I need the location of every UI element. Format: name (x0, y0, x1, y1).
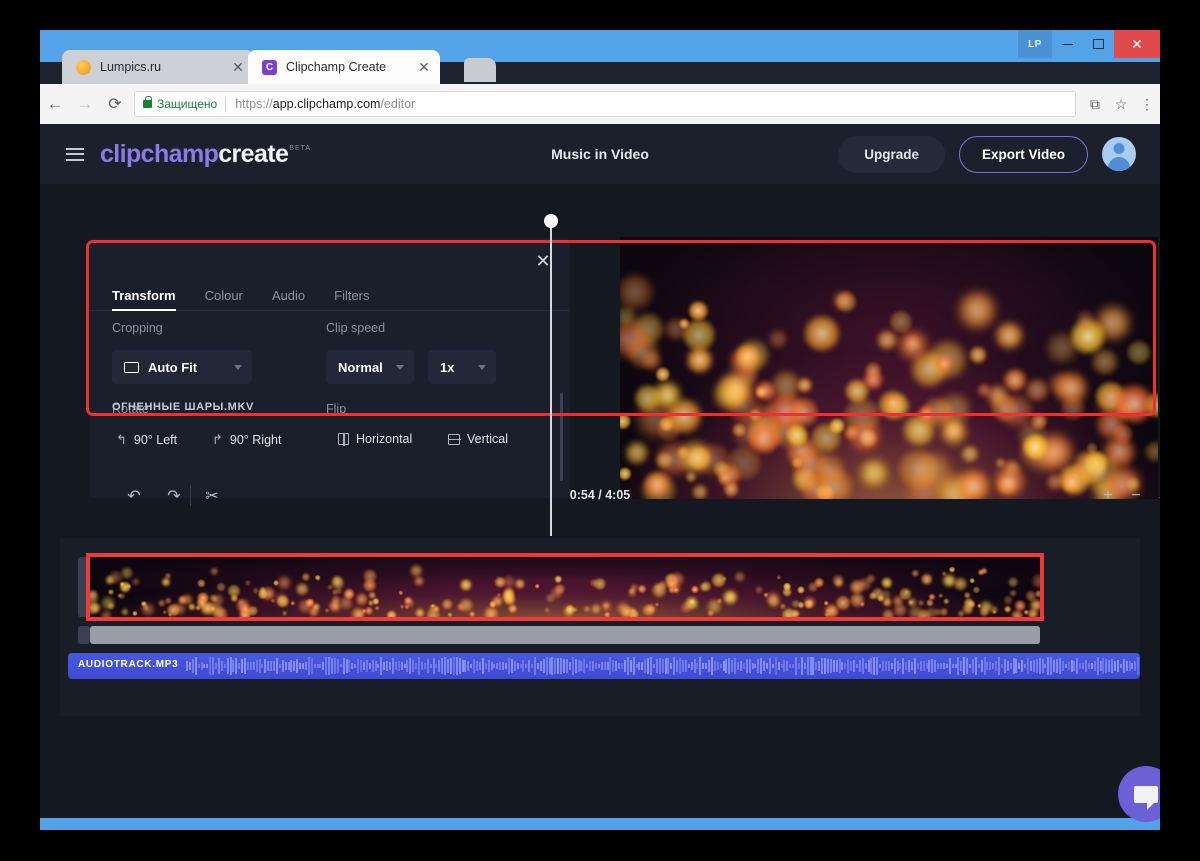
tab-colour[interactable]: Colour (205, 288, 243, 310)
rotate-left-icon: ↰ (116, 432, 127, 447)
browser-tab-clipchamp[interactable]: C Clipchamp Create ✕ (248, 50, 440, 84)
export-video-button[interactable]: Export Video (958, 135, 1088, 173)
zoom-fit-button[interactable]: ↔ (1152, 484, 1160, 508)
rotate-right-icon: ↱ (212, 432, 223, 447)
toolbar-divider (190, 485, 191, 506)
clip-speed-label: Clip speed (326, 321, 386, 335)
cropping-label: Cropping (112, 321, 163, 335)
url-host: app.clipchamp.com (272, 97, 381, 111)
panel-scrollbar[interactable] (560, 393, 563, 481)
rotate-right-button[interactable]: ↱ 90° Right (212, 432, 281, 448)
video-clip-left-handle[interactable] (78, 557, 90, 617)
chat-bubble-icon (1134, 785, 1158, 810)
audio-clip-label: AUDIOTRACK.MP3 (78, 659, 179, 670)
timeline-tracks: AUDIOTRACK.MP3 (60, 538, 1140, 716)
playhead-handle[interactable] (544, 214, 558, 228)
app-header: clipchamp create BETA Music in Video Upgra… (40, 124, 1160, 184)
clip-speed-value: Normal (338, 359, 383, 375)
clip-properties-panel: ✕ Transform Colour Audio Filters Croppin… (90, 238, 570, 498)
clipchamp-app: clipchamp create BETA Music in Video Upgra… (40, 124, 1160, 830)
header-actions: Upgrade Export Video (838, 135, 1160, 173)
omnibox-divider (225, 96, 227, 112)
clip-speed-multiplier-value: 1x (440, 359, 455, 375)
overlay-track-bar[interactable] (90, 626, 1040, 644)
clip-filename-label: ОГНЕННЫЕ ШАРЫ.MKV (112, 401, 254, 413)
chevron-down-icon (478, 364, 486, 370)
close-tab-icon[interactable]: ✕ (228, 59, 248, 76)
maximize-icon (1093, 39, 1104, 49)
rotate-left-label: 90° Left (133, 433, 178, 447)
back-button[interactable]: ← (40, 94, 70, 114)
timeline: AUDIOTRACK.MP3 (40, 520, 1160, 830)
rotate-left-button[interactable]: ↰ 90° Left (116, 432, 177, 448)
lock-icon (143, 96, 152, 108)
tab-audio[interactable]: Audio (272, 288, 305, 310)
translate-icon[interactable]: ⧉ (1082, 96, 1108, 113)
zoom-out-button[interactable]: − (1124, 484, 1148, 508)
audio-clip[interactable]: AUDIOTRACK.MP3 (68, 653, 1140, 679)
close-panel-button[interactable]: ✕ (530, 248, 556, 274)
upgrade-button[interactable]: Upgrade (838, 135, 945, 173)
browser-tab-lumpics[interactable]: Lumpics.ru ✕ (62, 50, 254, 84)
undo-button[interactable]: ↶ (122, 484, 146, 508)
browser-tabstrip: Lumpics.ru ✕ C Clipchamp Create ✕ (40, 50, 1160, 84)
tab-title: Clipchamp Create (286, 60, 387, 74)
cropping-value: Auto Fit (148, 359, 198, 375)
logo-clipchamp-text: clipchamp (100, 139, 219, 168)
lumpics-favicon (76, 59, 91, 75)
crop-rectangle-icon (124, 361, 139, 373)
url-scheme: https:// (235, 97, 273, 111)
rotate-right-label: 90° Right (229, 433, 282, 447)
app-logo[interactable]: clipchamp create BETA (100, 140, 310, 169)
chevron-down-icon (234, 364, 242, 370)
browser-window: LP ✕ Lumpics.ru ✕ C Clipchamp Create ✕ ←… (40, 30, 1160, 830)
flip-vertical-button[interactable]: Vertical (447, 432, 508, 446)
clip-speed-multiplier-select[interactable]: 1x (428, 350, 496, 384)
avatar[interactable] (1102, 137, 1136, 171)
flip-horizontal-button[interactable]: Horizontal (338, 432, 412, 446)
new-tab-button[interactable] (464, 58, 496, 82)
clipchamp-favicon: C (262, 59, 277, 75)
split-clip-button[interactable]: ✂ (200, 484, 224, 508)
close-tab-icon[interactable]: ✕ (414, 59, 434, 76)
hamburger-icon[interactable] (66, 144, 84, 164)
minimize-icon (1062, 43, 1073, 45)
chevron-down-icon (396, 364, 404, 370)
url-path: /editor (380, 97, 416, 111)
secure-label: Защищено (157, 97, 218, 111)
logo-beta-tag: BETA (289, 144, 312, 152)
editor-top-region: ✕ Transform Colour Audio Filters Croppin… (40, 184, 1160, 499)
flip-vertical-label: Vertical (467, 432, 508, 446)
overlay-track-handle[interactable] (78, 626, 90, 644)
flip-horizontal-icon (338, 432, 349, 446)
tab-transform[interactable]: Transform (112, 288, 176, 311)
browser-toolbar: ← → ⟳ Защищено https:// app.clipchamp.co… (40, 84, 1160, 124)
playhead-line (550, 226, 552, 536)
video-clip[interactable] (86, 553, 1044, 621)
zoom-in-button[interactable]: + (1096, 484, 1120, 508)
desktop-taskbar-strip (40, 818, 1160, 830)
clip-speed-select[interactable]: Normal (326, 350, 414, 384)
bookmark-star-icon[interactable]: ☆ (1108, 96, 1134, 113)
browser-menu-icon[interactable]: ⋮ (1134, 96, 1160, 113)
tab-filters[interactable]: Filters (334, 288, 369, 310)
forward-button[interactable]: → (70, 94, 100, 114)
flip-vertical-icon (447, 433, 461, 445)
tab-title: Lumpics.ru (100, 60, 162, 74)
flip-label: Flip (326, 402, 347, 416)
timeline-toolbar: ↶ ↷ ✂ 0:54 / 4:05 + − ↔ (40, 472, 1160, 520)
reload-button[interactable]: ⟳ (100, 94, 130, 114)
address-bar[interactable]: Защищено https:// app.clipchamp.com /edi… (134, 91, 1076, 117)
cropping-select[interactable]: Auto Fit (112, 350, 252, 384)
video-preview[interactable] (620, 237, 1158, 499)
logo-create-text: create (218, 139, 289, 168)
redo-button[interactable]: ↷ (162, 484, 186, 508)
properties-tablist: Transform Colour Audio Filters (90, 278, 570, 311)
flip-horizontal-label: Horizontal (356, 432, 413, 446)
